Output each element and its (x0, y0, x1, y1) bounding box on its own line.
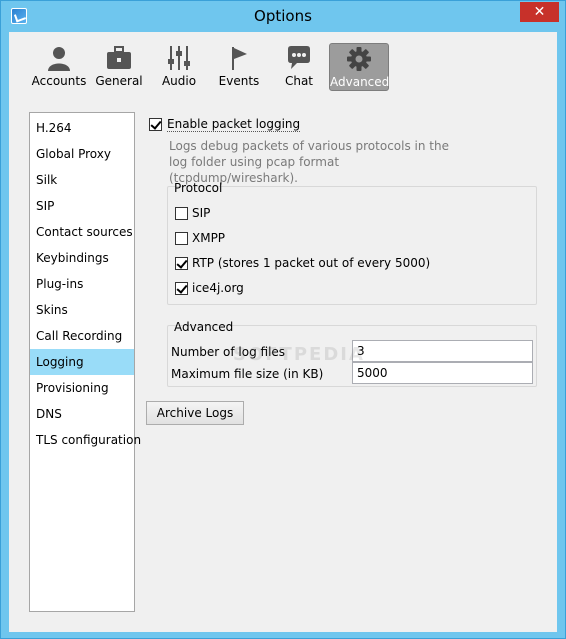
enable-logging-checkbox[interactable] (149, 118, 162, 131)
sidebar-item-provisioning[interactable]: Provisioning (30, 375, 134, 401)
sidebar-item-global-proxy[interactable]: Global Proxy (30, 141, 134, 167)
logging-description-line-1: Logs debug packets of various protocols … (169, 139, 449, 153)
tab-general-label: General (95, 74, 143, 88)
sidebar-item-plug-ins[interactable]: Plug-ins (30, 271, 134, 297)
tab-advanced-label: Advanced (330, 75, 390, 89)
sidebar-item-tls-configuration[interactable]: TLS configuration (30, 427, 141, 453)
tab-accounts-label: Accounts (31, 74, 87, 88)
sidebar-item-h264[interactable]: H.264 (30, 115, 134, 141)
log-files-input[interactable]: 3 (352, 340, 533, 362)
user-icon (45, 45, 73, 71)
max-file-size-input[interactable]: 5000 (352, 362, 533, 384)
ice4j-protocol-label[interactable]: ice4j.org (192, 281, 244, 295)
tab-events-label: Events (218, 74, 260, 88)
tab-events[interactable]: Events (209, 43, 269, 91)
archive-logs-button[interactable]: Archive Logs (146, 401, 244, 425)
tab-chat-label: Chat (284, 74, 314, 88)
sidebar-item-skins[interactable]: Skins (30, 297, 134, 323)
xmpp-protocol-checkbox[interactable] (175, 232, 188, 245)
tab-accounts[interactable]: Accounts (29, 43, 89, 91)
sidebar-item-silk[interactable]: Silk (30, 167, 134, 193)
sidebar-item-dns[interactable]: DNS (30, 401, 134, 427)
logging-description: Logs debug packets of various protocols … (169, 138, 449, 186)
sidebar-item-keybindings[interactable]: Keybindings (30, 245, 134, 271)
sidebar-item-logging[interactable]: Logging (30, 349, 134, 375)
window-title: Options (254, 7, 312, 25)
max-file-size-label: Maximum file size (in KB) (171, 367, 324, 381)
tab-audio-label: Audio (161, 74, 197, 88)
watermark: SOFTPEDIA (233, 344, 365, 365)
options-window: Options ✕ Accounts General Audio Events … (0, 0, 566, 639)
tab-general[interactable]: General (89, 43, 149, 91)
gear-icon (345, 46, 373, 72)
tab-advanced[interactable]: Advanced (329, 43, 389, 91)
advanced-group-title: Advanced (174, 320, 234, 334)
sidebar-item-sip[interactable]: SIP (30, 193, 134, 219)
sip-protocol-checkbox[interactable] (175, 207, 188, 220)
sip-protocol-label[interactable]: SIP (192, 206, 210, 220)
options-content: Accounts General Audio Events Chat Advan… (9, 32, 557, 632)
xmpp-protocol-label[interactable]: XMPP (192, 231, 225, 245)
sliders-icon (165, 45, 193, 71)
protocol-group-title: Protocol (174, 181, 223, 195)
title-bar[interactable]: Options ✕ (1, 1, 565, 32)
tab-chat[interactable]: Chat (269, 43, 329, 91)
chat-bubble-icon (285, 45, 313, 71)
enable-logging-label[interactable]: Enable packet logging (167, 117, 301, 132)
tab-audio[interactable]: Audio (149, 43, 209, 91)
ice4j-protocol-checkbox[interactable] (175, 282, 188, 295)
sidebar-item-contact-sources[interactable]: Contact sources (30, 219, 134, 245)
close-button[interactable]: ✕ (520, 2, 559, 22)
rtp-protocol-checkbox[interactable] (175, 257, 188, 270)
sidebar-item-call-recording[interactable]: Call Recording (30, 323, 134, 349)
advanced-sections-list: H.264 Global Proxy Silk SIP Contact sour… (29, 112, 141, 612)
briefcase-icon (105, 45, 133, 71)
flag-icon (225, 45, 253, 71)
rtp-protocol-label[interactable]: RTP (stores 1 packet out of every 5000) (192, 256, 430, 270)
